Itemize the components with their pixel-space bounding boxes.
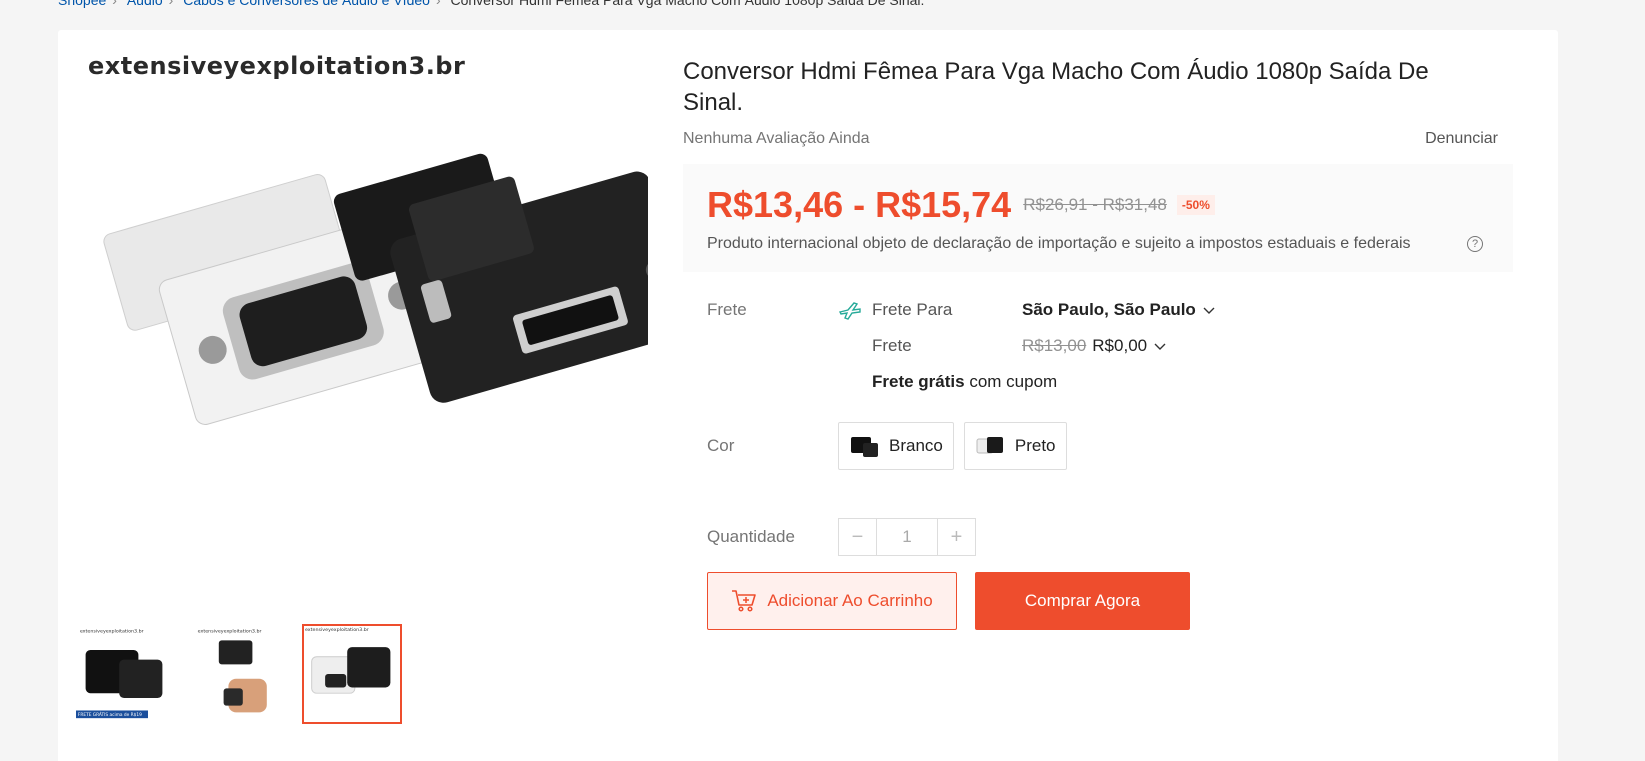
color-option-image — [976, 437, 1003, 454]
thumbnail-3-image: extensiveyexploitation3.br — [305, 627, 391, 694]
quantity-stepper: − 1 + — [838, 518, 976, 556]
purchase-actions: Adicionar Ao Carrinho Comprar Agora — [683, 572, 1513, 630]
color-section: Cor Branco Preto — [683, 422, 1513, 470]
free-shipping-note: Frete grátis com cupom — [872, 372, 1322, 392]
chevron-down-icon — [1203, 307, 1215, 314]
quantity-label: Quantidade — [707, 527, 795, 546]
cart-icon — [732, 590, 757, 612]
svg-text:extensiveyexploitation3.br: extensiveyexploitation3.br — [80, 629, 144, 635]
svg-text:extensiveyexploitation3.br: extensiveyexploitation3.br — [305, 627, 369, 633]
increase-button[interactable]: + — [938, 519, 975, 555]
thumbnail-2-image: extensiveyexploitation3.br — [198, 629, 267, 713]
decrease-button[interactable]: − — [839, 519, 876, 555]
ship-cost-new: R$0,00 — [1092, 336, 1148, 355]
ratings-text: Nenhuma Avaliação Ainda — [683, 130, 870, 147]
ship-to-value: São Paulo, São Paulo — [1022, 300, 1196, 319]
shipping-plane-icon — [838, 302, 861, 320]
breadcrumb-item-audio[interactable]: Áudio — [127, 0, 163, 8]
thumbnail-strip: extensiveyexploitation3.br FRETE GRÁTIS … — [74, 624, 402, 724]
shipping-section: Frete Frete Para São Paulo, São Paulo Fr… — [683, 300, 1513, 392]
discount-badge: -50% — [1176, 195, 1215, 215]
add-to-cart-label: Adicionar Ao Carrinho — [767, 591, 933, 610]
price-section: R$13,46 - R$15,74 R$26,91 - R$31,48 -50%… — [683, 164, 1513, 272]
breadcrumb-separator: › — [168, 0, 174, 8]
svg-text:extensiveyexploitation3.br: extensiveyexploitation3.br — [198, 629, 262, 635]
chevron-down-icon — [1154, 343, 1166, 350]
product-gallery: extensiveyexploitation3.br extensiveyexp… — [58, 30, 691, 730]
product-title: Conversor Hdmi Fêmea Para Vga Macho Com … — [683, 58, 1429, 116]
color-option-branco[interactable]: Branco — [838, 422, 954, 470]
import-note: Produto internacional objeto de declaraç… — [707, 235, 1411, 252]
ship-to-label: Frete Para — [872, 300, 953, 319]
thumbnail-1[interactable]: extensiveyexploitation3.br FRETE GRÁTIS … — [74, 624, 174, 724]
report-link[interactable]: Denunciar — [1425, 130, 1498, 148]
ship-cost-label: Frete — [872, 336, 912, 355]
breadcrumb-separator: › — [435, 0, 441, 8]
buy-now-button[interactable]: Comprar Agora — [975, 572, 1190, 630]
breadcrumb: Shopee › Áudio › Cabos e Conversores de Áu… — [58, 0, 924, 8]
price-range: R$13,46 - R$15,74 — [707, 184, 1012, 225]
breadcrumb-item-cables[interactable]: Cabos e Conversores de Áudio e Vídeo — [183, 0, 430, 8]
help-icon[interactable]: ? — [1467, 236, 1483, 252]
color-label: Cor — [707, 436, 735, 455]
ship-cost-selector[interactable]: R$13,00 R$0,00 — [1022, 336, 1322, 356]
shipping-label: Frete — [707, 300, 747, 319]
thumbnail-2[interactable]: extensiveyexploitation3.br — [188, 624, 288, 724]
product-card: extensiveyexploitation3.br extensiveyexp… — [58, 30, 1558, 761]
color-option-image — [851, 437, 878, 457]
original-price: R$26,91 - R$31,48 — [1023, 195, 1167, 214]
color-option-label: Preto — [1014, 436, 1056, 455]
product-info: Conversor Hdmi Fêmea Para Vga Macho Com … — [683, 30, 1513, 630]
adapter-illustration — [103, 153, 691, 425]
product-meta: Nenhuma Avaliação Ainda Denunciar — [683, 130, 1513, 148]
image-watermark: extensiveyexploitation3.br — [88, 52, 466, 80]
add-to-cart-button[interactable]: Adicionar Ao Carrinho — [707, 572, 957, 630]
quantity-input[interactable]: 1 — [876, 519, 938, 555]
ship-cost-old: R$13,00 — [1022, 336, 1087, 355]
thumbnail-1-image: extensiveyexploitation3.br FRETE GRÁTIS … — [76, 629, 163, 718]
main-product-image[interactable]: extensiveyexploitation3.br — [72, 46, 691, 606]
quantity-section: Quantidade − 1 + — [683, 518, 1513, 556]
breadcrumb-item-shopee[interactable]: Shopee — [58, 0, 106, 8]
free-shipping-rest: com cupom — [964, 372, 1058, 391]
breadcrumb-separator: › — [112, 0, 117, 8]
thumbnail-3[interactable]: extensiveyexploitation3.br — [302, 624, 402, 724]
color-option-preto[interactable]: Preto — [963, 422, 1067, 470]
ship-to-selector[interactable]: São Paulo, São Paulo — [1022, 300, 1322, 320]
color-option-label: Branco — [889, 436, 943, 455]
free-shipping-bold: Frete grátis — [872, 372, 965, 391]
breadcrumb-current: Conversor Hdmi Fêmea Para Vga Macho Com … — [450, 0, 925, 8]
